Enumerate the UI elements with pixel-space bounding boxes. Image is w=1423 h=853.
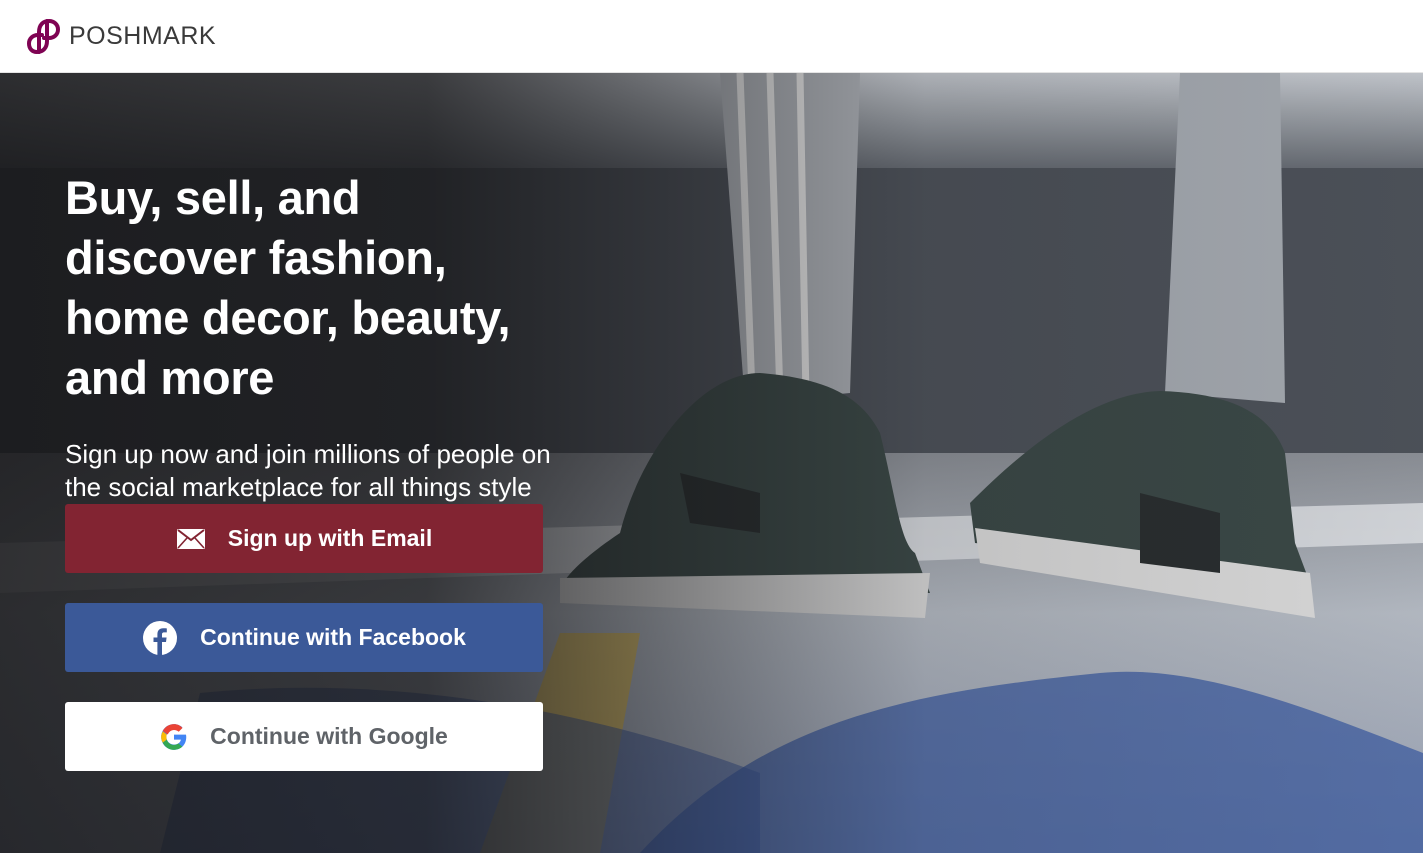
hero-subtext: Sign up now and join millions of people … [65,439,551,502]
facebook-icon [142,620,178,656]
envelope-icon [176,528,206,550]
hero-headline: Buy, sell, and discover fashion, home de… [65,171,511,404]
hero-content: Buy, sell, and discover fashion, home de… [65,168,555,504]
sign-up-email-label: Sign up with Email [227,525,433,551]
poshmark-logo-icon [27,18,61,54]
brand-name: POSHMARK [69,21,217,50]
continue-facebook-button[interactable]: Continue with Facebook [65,603,543,672]
poshmark-logo[interactable]: POSHMARK [27,18,216,54]
continue-google-label: Continue with Google [210,723,448,749]
hero-section: Buy, sell, and discover fashion, home de… [0,73,1423,853]
top-bar: POSHMARK [0,0,1423,73]
continue-google-button[interactable]: Continue with Google [65,702,543,771]
continue-facebook-label: Continue with Facebook [200,624,466,650]
sign-up-email-button[interactable]: Sign up with Email [65,504,543,573]
google-icon [160,723,188,751]
